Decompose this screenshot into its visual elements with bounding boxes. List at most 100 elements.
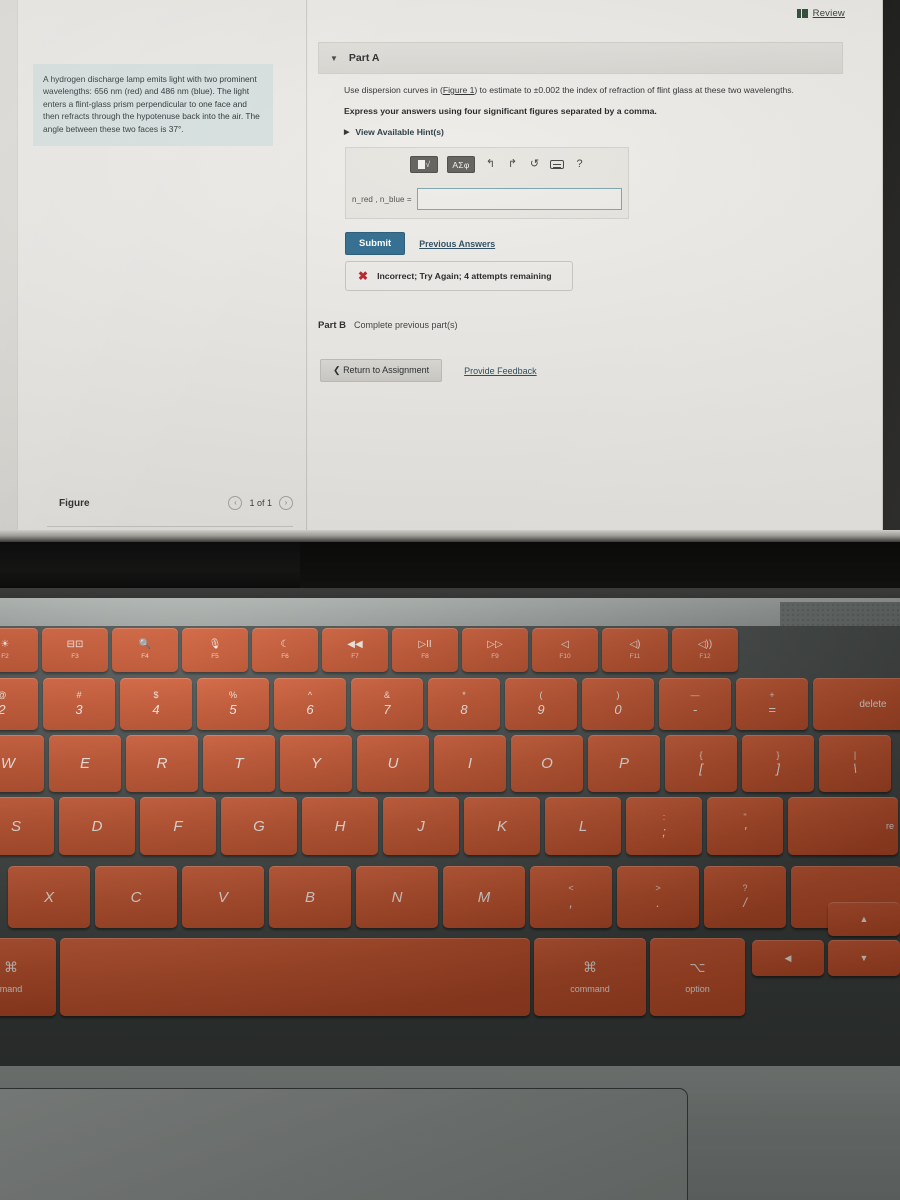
key-u[interactable]: U xyxy=(357,735,429,792)
laptop-screen: Review A hydrogen discharge lamp emits l… xyxy=(0,0,900,540)
key-p[interactable]: P xyxy=(588,735,660,792)
key-command-left[interactable]: ⌘ mand xyxy=(0,938,56,1016)
key-i[interactable]: I xyxy=(434,735,506,792)
key-bracket-left[interactable]: {[ xyxy=(665,735,737,792)
key-4[interactable]: $4 xyxy=(120,678,192,730)
reset-icon[interactable]: ↺ xyxy=(528,159,541,170)
key-2[interactable]: @2 xyxy=(0,678,38,730)
key-v[interactable]: V xyxy=(182,866,264,928)
key-option-right[interactable]: ⌥ option xyxy=(650,938,745,1016)
template-button[interactable]: √ xyxy=(410,156,438,173)
fkey-f11[interactable]: ◁) F11 xyxy=(602,628,668,672)
key-3[interactable]: #3 xyxy=(43,678,115,730)
key-main-glyph: [ xyxy=(699,761,703,777)
key-h[interactable]: H xyxy=(302,797,378,855)
fkey-f5[interactable]: 🎙 F5 xyxy=(182,628,248,672)
key-0[interactable]: ) 0 xyxy=(582,678,654,730)
key-bracket-right[interactable]: }] xyxy=(742,735,814,792)
fkey-f3[interactable]: ⊟⊡ F3 xyxy=(42,628,108,672)
undo-icon[interactable]: ↰ xyxy=(484,159,497,170)
key-shift-glyph: * xyxy=(462,690,466,701)
command-symbol-icon: ⌘ xyxy=(4,958,18,975)
key-m[interactable]: M xyxy=(443,866,525,928)
key-w[interactable]: W xyxy=(0,735,44,792)
key-6[interactable]: ^ 6 xyxy=(274,678,346,730)
key-quote[interactable]: " ' xyxy=(707,797,783,855)
previous-answers-link[interactable]: Previous Answers xyxy=(419,239,495,249)
fkey-f8[interactable]: ▷II F8 xyxy=(392,628,458,672)
key-=[interactable]: + = xyxy=(736,678,808,730)
key-x[interactable]: X xyxy=(8,866,90,928)
fkey-f7[interactable]: ◀◀ F7 xyxy=(322,628,388,672)
fkey-f9[interactable]: ▷▷ F9 xyxy=(462,628,528,672)
fkey-f10[interactable]: ◁ F10 xyxy=(532,628,598,672)
key-d[interactable]: D xyxy=(59,797,135,855)
redo-icon[interactable]: ↱ xyxy=(506,159,519,170)
view-hints-toggle[interactable]: ▶ View Available Hint(s) xyxy=(344,127,844,137)
fkey-label-f9: F9 xyxy=(491,653,499,660)
key-k[interactable]: K xyxy=(464,797,540,855)
key-y[interactable]: Y xyxy=(280,735,352,792)
key-b[interactable]: B xyxy=(269,866,351,928)
key-delete-label: delete xyxy=(859,698,887,710)
key-return[interactable]: re xyxy=(788,797,898,855)
figure-1-link[interactable]: Figure 1 xyxy=(443,85,475,95)
part-a-header[interactable]: ▼ Part A xyxy=(318,42,843,74)
key-f[interactable]: F xyxy=(140,797,216,855)
key-backslash[interactable]: | \ xyxy=(819,735,891,792)
key-j[interactable]: J xyxy=(383,797,459,855)
key-comma[interactable]: <, xyxy=(530,866,612,928)
fkey-f2[interactable]: ☀ F2 xyxy=(0,628,38,672)
key-r[interactable]: R xyxy=(126,735,198,792)
key-arrow-left[interactable]: ◀ xyxy=(752,940,824,976)
key-semicolon[interactable]: :; xyxy=(626,797,702,855)
key-main-glyph: G xyxy=(253,817,265,835)
key-shift-glyph: < xyxy=(568,883,574,894)
submit-button[interactable]: Submit xyxy=(345,232,406,255)
key-g[interactable]: G xyxy=(221,797,297,855)
figure-next-button[interactable]: › xyxy=(279,496,293,510)
key-main-glyph: 9 xyxy=(537,701,545,717)
review-link[interactable]: Review xyxy=(796,8,845,19)
chevron-down-icon[interactable]: ▼ xyxy=(330,54,338,63)
key--[interactable]: — - xyxy=(659,678,731,730)
trackpad[interactable] xyxy=(0,1088,688,1200)
key-arrow-down[interactable]: ▼ xyxy=(828,940,900,976)
provide-feedback-link[interactable]: Provide Feedback xyxy=(464,366,537,376)
key-c[interactable]: C xyxy=(95,866,177,928)
key-l[interactable]: L xyxy=(545,797,621,855)
key-main-glyph: / xyxy=(743,894,747,910)
key-n[interactable]: N xyxy=(356,866,438,928)
key-space[interactable] xyxy=(60,938,530,1016)
figure-prev-button[interactable]: ‹ xyxy=(228,496,243,510)
answer-input[interactable] xyxy=(416,188,622,210)
key-slash[interactable]: ? / xyxy=(704,866,786,928)
greek-symbols-button[interactable]: ΑΣφ xyxy=(447,156,475,173)
return-to-assignment-button[interactable]: ❮ Return to Assignment xyxy=(320,359,443,382)
key-main-glyph: ; xyxy=(662,823,666,839)
key-shift-glyph: — xyxy=(690,690,700,701)
key-s[interactable]: S xyxy=(0,797,54,855)
key-9[interactable]: (9 xyxy=(505,678,577,730)
key-8[interactable]: * 8 xyxy=(428,678,500,730)
fkey-icon-f12: ◁)) xyxy=(697,639,713,650)
fkey-f6[interactable]: ☾ F6 xyxy=(252,628,318,672)
key-e[interactable]: E xyxy=(49,735,121,792)
prompt-text-before: Use dispersion curves in ( xyxy=(344,85,443,95)
key-7[interactable]: & 7 xyxy=(351,678,423,730)
key-period[interactable]: >. xyxy=(617,866,699,928)
key-arrow-up[interactable]: ▲ xyxy=(828,902,900,936)
fkey-f12[interactable]: ◁)) F12 xyxy=(672,628,738,672)
key-delete[interactable]: delete xyxy=(813,678,900,730)
keyboard-icon[interactable] xyxy=(550,160,564,169)
help-icon[interactable]: ? xyxy=(573,159,586,170)
key-t[interactable]: T xyxy=(203,735,275,792)
deck-top-strip xyxy=(0,598,900,628)
key-command-right[interactable]: ⌘ command xyxy=(534,938,646,1016)
figure-panel-footer: Figure ‹ 1 of 1 › xyxy=(17,488,307,533)
key-o[interactable]: O xyxy=(511,735,583,792)
part-b-header[interactable]: Part B Complete previous part(s) xyxy=(318,320,458,331)
fkey-f4[interactable]: 🔍 F4 xyxy=(112,628,178,672)
key-5[interactable]: % 5 xyxy=(197,678,269,730)
part-b-status: Complete previous part(s) xyxy=(353,320,458,330)
